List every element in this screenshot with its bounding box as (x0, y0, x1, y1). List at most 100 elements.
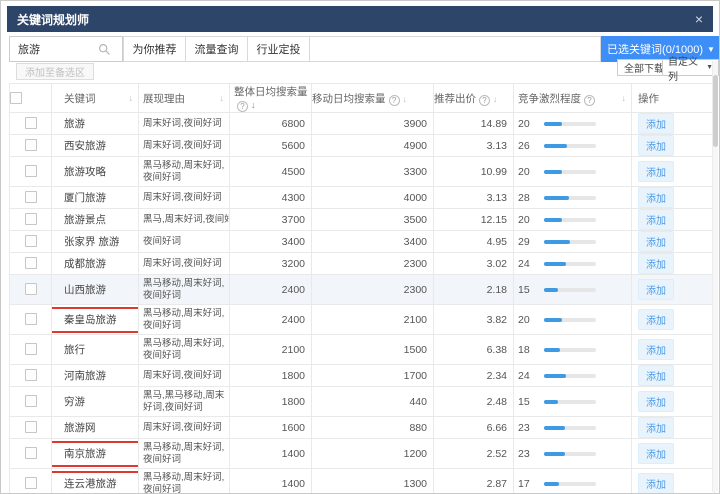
add-button[interactable]: 添加 (638, 135, 674, 156)
info-icon[interactable]: ? (584, 94, 595, 106)
search-input[interactable] (10, 43, 96, 55)
overall-volume: 2400 (229, 274, 312, 305)
row-checkbox[interactable] (24, 165, 37, 178)
overall-volume: 4300 (229, 186, 312, 209)
header-checkbox[interactable] (10, 92, 22, 105)
row-checkbox[interactable] (24, 369, 37, 382)
reason: 周末好词,夜间好词 (143, 257, 222, 269)
scrollbar-track (712, 61, 718, 492)
row-checkbox[interactable] (24, 257, 37, 270)
row-checkbox[interactable] (24, 191, 37, 204)
competition-bar (544, 121, 596, 126)
competition-value: 20 (518, 165, 530, 178)
add-button[interactable]: 添加 (638, 113, 674, 134)
row-checkbox[interactable] (24, 477, 37, 490)
add-button[interactable]: 添加 (638, 309, 674, 330)
row-checkbox[interactable] (24, 421, 37, 434)
reason: 周末好词,夜间好词 (143, 191, 222, 203)
add-button[interactable]: 添加 (638, 253, 674, 274)
suggested-bid: 3.02 (433, 252, 514, 275)
competition-value: 24 (518, 369, 530, 382)
table-row: 连云港旅游 黑马移动,周末好词,夜间好词 1400 1300 2.87 17 添… (9, 468, 715, 494)
add-button[interactable]: 添加 (638, 231, 674, 252)
sort-icon[interactable]: ↓ (129, 93, 134, 103)
reason: 周末好词,夜间好词 (143, 139, 222, 151)
info-icon[interactable]: ? (479, 94, 490, 106)
reason: 黑马移动,周末好词,夜间好词 (143, 471, 225, 494)
competition-value: 15 (518, 395, 530, 408)
add-button[interactable]: 添加 (638, 187, 674, 208)
keyword: 河南旅游 (64, 370, 106, 382)
suggested-bid: 6.66 (433, 416, 514, 439)
row-checkbox[interactable] (24, 395, 37, 408)
col-overall-volume: 整体日均搜索量 (234, 86, 308, 98)
sort-icon[interactable]: ↓ (622, 93, 627, 103)
row-checkbox[interactable] (24, 139, 37, 152)
overall-volume: 1800 (229, 364, 312, 387)
tab-industry-targeting[interactable]: 行业定投 (248, 37, 310, 61)
competition-value: 17 (518, 477, 530, 490)
info-icon[interactable]: ? (388, 94, 400, 106)
add-button[interactable]: 添加 (638, 209, 674, 230)
competition-bar (544, 217, 596, 222)
keyword: 旅游攻略 (64, 166, 106, 178)
competition-value: 20 (518, 313, 530, 326)
col-keyword: 关键词 (64, 92, 96, 105)
overall-volume: 6800 (229, 112, 312, 135)
customize-columns-button[interactable]: 自定义列 ▼ (662, 57, 719, 83)
suggested-bid: 3.13 (433, 134, 514, 157)
mobile-volume: 3500 (311, 208, 434, 231)
suggested-bid: 2.48 (433, 386, 514, 417)
add-button[interactable]: 添加 (638, 443, 674, 464)
competition-value: 20 (518, 117, 530, 130)
competition-bar (544, 195, 596, 200)
row-checkbox[interactable] (24, 283, 37, 296)
competition-bar (544, 373, 596, 378)
add-button[interactable]: 添加 (638, 339, 674, 360)
info-icon[interactable]: ? (237, 101, 248, 112)
add-button[interactable]: 添加 (638, 365, 674, 386)
sort-icon-active[interactable]: ↓ (251, 100, 256, 110)
reason: 黑马移动,周末好词,夜间好词 (143, 337, 225, 361)
tab-recommended[interactable]: 为你推荐 (124, 37, 186, 61)
suggested-bid: 10.99 (433, 156, 514, 187)
table-row: 河南旅游 周末好词,夜间好词 1800 1700 2.34 24 添加 (9, 364, 715, 387)
close-icon[interactable]: × (695, 11, 703, 27)
scrollbar-thumb[interactable] (713, 75, 718, 147)
reason: 黑马,黑马移动,周末好词,夜间好词 (143, 389, 225, 413)
competition-value: 28 (518, 191, 530, 204)
row-checkbox[interactable] (24, 343, 37, 356)
mobile-volume: 440 (311, 386, 434, 417)
add-button[interactable]: 添加 (638, 473, 674, 493)
competition-bar (544, 143, 596, 148)
mobile-volume: 1500 (311, 334, 434, 365)
mobile-volume: 880 (311, 416, 434, 439)
row-checkbox[interactable] (24, 117, 37, 130)
add-button[interactable]: 添加 (638, 391, 674, 412)
table-header-row: 关键词 ↓ 展现理由 ↓ 整体日均搜索量? ↓ 移动日均搜索量? ↓ 推荐出价? ↓ 竞争… (9, 83, 715, 113)
mobile-volume: 1700 (311, 364, 434, 387)
tab-traffic-query[interactable]: 流量查询 (186, 37, 248, 61)
add-button[interactable]: 添加 (638, 279, 674, 300)
competition-bar (544, 317, 596, 322)
sort-icon[interactable]: ↓ (220, 93, 225, 103)
competition-value: 18 (518, 343, 530, 356)
table-row: 南京旅游 黑马移动,周末好词,夜间好词 1400 1200 2.52 23 添加 (9, 438, 715, 469)
table-row: 旅游网 周末好词,夜间好词 1600 880 6.66 23 添加 (9, 416, 715, 439)
row-checkbox[interactable] (24, 213, 37, 226)
competition-value: 29 (518, 235, 530, 248)
add-to-candidates-button[interactable]: 添加至备选区 (16, 63, 94, 80)
col-action: 操作 (638, 92, 659, 105)
row-checkbox[interactable] (24, 235, 37, 248)
sort-icon[interactable]: ↓ (493, 94, 498, 104)
mobile-volume: 3400 (311, 230, 434, 253)
sort-icon[interactable]: ↓ (403, 94, 408, 104)
table-row: 秦皇岛旅游 黑马移动,周末好词,夜间好词 2400 2100 3.82 20 添… (9, 304, 715, 335)
competition-value: 23 (518, 447, 530, 460)
mobile-volume: 3900 (311, 112, 434, 135)
row-checkbox[interactable] (24, 447, 37, 460)
row-checkbox[interactable] (24, 313, 37, 326)
keyword-table: 关键词 ↓ 展现理由 ↓ 整体日均搜索量? ↓ 移动日均搜索量? ↓ 推荐出价? ↓ 竞争… (9, 83, 715, 494)
add-button[interactable]: 添加 (638, 417, 674, 438)
add-button[interactable]: 添加 (638, 161, 674, 182)
